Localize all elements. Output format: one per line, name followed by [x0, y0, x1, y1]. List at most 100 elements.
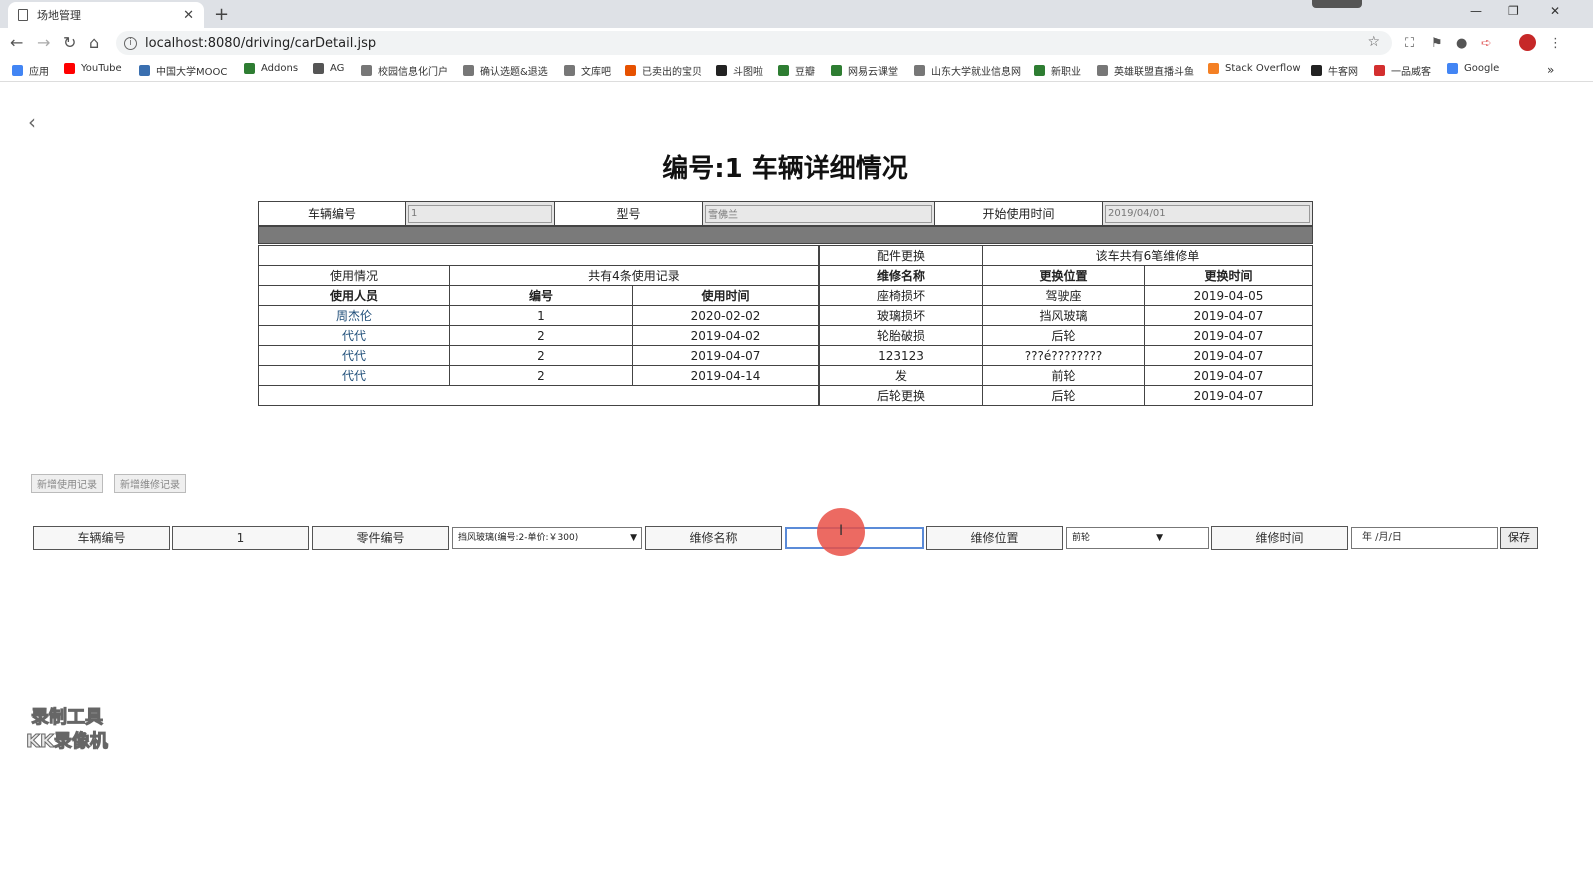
back-nav-icon[interactable]: ←	[10, 33, 23, 52]
time-label: 维修时间	[1211, 526, 1348, 550]
more-bookmarks-icon[interactable]: »	[1547, 63, 1554, 77]
watermark: 录制工具 KK录像机	[26, 706, 109, 754]
bookmark-item[interactable]: 文库吧	[564, 63, 611, 78]
back-icon[interactable]: ‹	[28, 110, 36, 134]
bookmark-favicon-icon	[1311, 65, 1322, 76]
menu-icon[interactable]: ⋮	[1549, 36, 1562, 51]
position-selected-value: 前轮	[1072, 533, 1091, 543]
forward-nav-icon[interactable]: →	[37, 33, 50, 52]
start-time-label: 开始使用时间	[934, 201, 1103, 226]
address-bar[interactable]: i localhost:8080/driving/carDetail.jsp ☆	[116, 31, 1392, 55]
table-cell: 2	[449, 365, 633, 386]
repair-date-input[interactable]: 年 /月/日	[1351, 527, 1498, 549]
table-spacer	[258, 385, 819, 406]
bookmark-item[interactable]: 中国大学MOOC	[139, 63, 227, 78]
divider	[258, 226, 1313, 244]
usage-summary: 共有4条使用记录	[449, 265, 819, 286]
bookmark-item[interactable]: 新职业	[1034, 63, 1081, 78]
new-tab-icon[interactable]: +	[214, 4, 229, 25]
bookmark-label: Google	[1464, 63, 1500, 74]
bookmark-favicon-icon	[1208, 63, 1219, 74]
extension-icon[interactable]: ●	[1456, 36, 1467, 51]
bookmark-item[interactable]: 一品威客	[1374, 63, 1431, 78]
restore-icon[interactable]: ❐	[1508, 4, 1519, 18]
extension-icon[interactable]: ⛶	[1405, 36, 1414, 51]
part-selected-value: 挡风玻璃(编号:2-单价:￥300)	[458, 533, 579, 543]
column-header: 使用时间	[632, 285, 819, 306]
reload-icon[interactable]: ↻	[63, 33, 76, 52]
bookmark-item[interactable]: 网易云课堂	[831, 63, 898, 78]
bookmark-item[interactable]: Addons	[244, 63, 298, 74]
bookmark-item[interactable]: 牛客网	[1311, 63, 1358, 78]
bookmark-item[interactable]: 确认选题&退选	[463, 63, 548, 78]
table-cell: 2019-04-07	[1144, 365, 1313, 386]
car-id-label: 车辆编号	[258, 201, 406, 226]
close-icon[interactable]: ✕	[183, 8, 194, 23]
bookmark-item[interactable]: 豆瓣	[778, 63, 815, 78]
browser-toolbar: ← → ↻ ⌂ i localhost:8080/driving/carDeta…	[0, 28, 1593, 58]
bookmark-favicon-icon	[1034, 65, 1045, 76]
table-cell: 2019-04-14	[632, 365, 819, 386]
position-select[interactable]: 前轮 ▼	[1066, 527, 1209, 549]
text-cursor-icon: I	[839, 523, 844, 539]
table-spacer	[258, 245, 819, 266]
table-cell: 1	[449, 305, 633, 326]
document-icon	[18, 9, 28, 21]
bookmark-favicon-icon	[625, 65, 636, 76]
table-row: 代代 2 2019-04-02	[258, 325, 819, 346]
window-close-icon[interactable]: ✕	[1550, 4, 1560, 18]
bookmark-item[interactable]: YouTube	[64, 63, 122, 74]
bookmark-favicon-icon	[139, 65, 150, 76]
add-repair-button[interactable]: 新增维修记录	[114, 474, 186, 493]
url-text: localhost:8080/driving/carDetail.jsp	[145, 35, 377, 51]
bookmark-item[interactable]: 斗图啦	[716, 63, 763, 78]
bookmark-item[interactable]: AG	[313, 63, 344, 74]
bookmark-item[interactable]: 已卖出的宝贝	[625, 63, 702, 78]
minimize-icon[interactable]: —	[1470, 4, 1482, 18]
avatar[interactable]	[1519, 34, 1536, 51]
repair-summary: 该车共有6笔维修单	[982, 245, 1313, 266]
table-cell: 挡风玻璃	[982, 305, 1145, 326]
car-id-value: 1	[172, 526, 309, 550]
home-icon[interactable]: ⌂	[89, 33, 99, 52]
bookmark-label: Stack Overflow	[1225, 63, 1301, 74]
bookmark-favicon-icon	[1374, 65, 1385, 76]
chevron-down-icon: ▼	[630, 533, 637, 543]
bookmark-item[interactable]: Stack Overflow	[1208, 63, 1301, 74]
browser-tab[interactable]: 场地管理 ✕	[8, 2, 204, 28]
table-cell: 轮胎破损	[819, 325, 983, 346]
table-cell: 后轮	[982, 385, 1145, 406]
extension-icon[interactable]: ➪	[1481, 36, 1492, 51]
bookmark-icon[interactable]: ⚑	[1431, 36, 1443, 51]
bookmark-item[interactable]: 山东大学就业信息网	[914, 63, 1021, 78]
bookmark-item[interactable]: Google	[1447, 63, 1499, 74]
table-cell: 后轮	[982, 325, 1145, 346]
part-select[interactable]: 挡风玻璃(编号:2-单价:￥300) ▼	[452, 527, 642, 549]
table-cell: 代代	[258, 345, 450, 366]
column-header: 使用人员	[258, 285, 450, 306]
bookmark-label: 网易云课堂	[848, 67, 898, 78]
table-cell: 123123	[819, 345, 983, 366]
bookmark-item[interactable]: 英雄联盟直播斗鱼	[1097, 63, 1194, 78]
column-header: 维修名称	[819, 265, 983, 286]
bookmark-label: Addons	[261, 63, 299, 74]
table-cell: 座椅损坏	[819, 285, 983, 306]
bookmark-item[interactable]: 校园信息化门户	[361, 63, 448, 78]
bookmark-label: 斗图啦	[733, 67, 763, 78]
column-header: 更换位置	[982, 265, 1145, 286]
table-cell: 2019-04-05	[1144, 285, 1313, 306]
table-cell: 后轮更换	[819, 385, 983, 406]
save-button[interactable]: 保存	[1500, 527, 1538, 549]
add-usage-button[interactable]: 新增使用记录	[31, 474, 103, 493]
car-id-field	[408, 204, 552, 223]
column-header: 编号	[449, 285, 633, 306]
bookmark-favicon-icon	[463, 65, 474, 76]
bookmark-item[interactable]: 应用	[12, 63, 49, 78]
repair-section-label: 配件更换	[819, 245, 983, 266]
info-icon[interactable]: i	[124, 36, 137, 50]
column-header: 更换时间	[1144, 265, 1313, 286]
bookmark-favicon-icon	[1447, 63, 1458, 74]
watermark-line: 录制工具	[30, 707, 103, 729]
table-cell: 发	[819, 365, 983, 386]
star-icon[interactable]: ☆	[1367, 34, 1380, 50]
